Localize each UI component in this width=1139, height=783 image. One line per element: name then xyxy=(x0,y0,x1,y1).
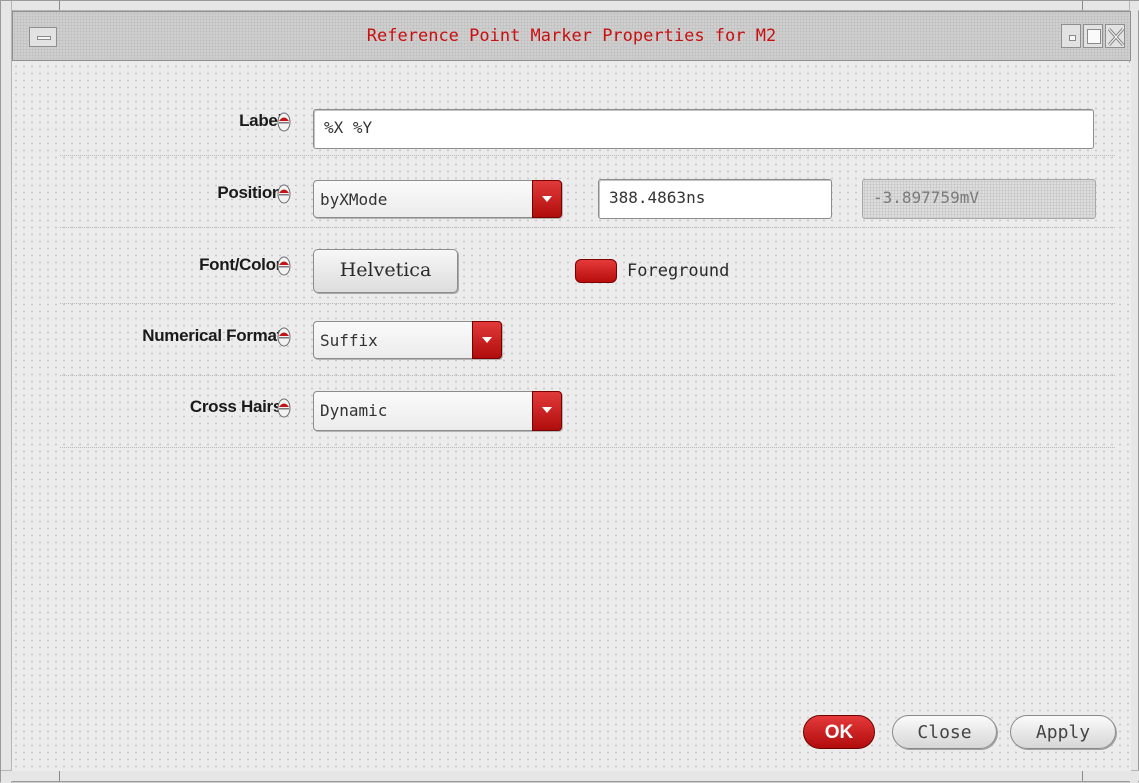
cross-hairs-field-caption: Cross Hairs xyxy=(189,397,282,416)
lock-toggle-icon[interactable] xyxy=(277,398,291,418)
frame-notch xyxy=(1082,771,1083,781)
chevron-down-icon[interactable] xyxy=(472,321,502,359)
color-swatch-button[interactable] xyxy=(575,259,617,283)
minimize-icon[interactable] xyxy=(1061,24,1081,48)
row-divider xyxy=(60,303,1115,304)
cross-hairs-select[interactable]: Dynamic xyxy=(313,391,562,431)
color-label: Foreground xyxy=(627,261,730,281)
position-x-input[interactable]: 388.4863ns xyxy=(598,179,832,219)
title-bar[interactable]: Reference Point Marker Properties for M2 xyxy=(12,11,1131,61)
close-icon[interactable] xyxy=(1105,24,1125,48)
row-divider xyxy=(60,447,1115,448)
cross-hairs-value: Dynamic xyxy=(320,401,388,420)
window-title: Reference Point Marker Properties for M2 xyxy=(366,26,777,46)
apply-button[interactable]: Apply xyxy=(1010,715,1116,749)
position-y-readout: -3.897759mV xyxy=(862,179,1096,219)
maximize-icon[interactable] xyxy=(1083,24,1103,48)
row-divider xyxy=(60,227,1115,228)
window-frame-left xyxy=(1,1,12,783)
row-divider xyxy=(60,375,1115,376)
row-divider xyxy=(60,155,1115,156)
frame-notch xyxy=(1082,1,1083,10)
numerical-format-value: Suffix xyxy=(320,331,378,350)
frame-notch xyxy=(59,771,60,781)
label-field-caption: Label xyxy=(239,111,282,130)
window-frame-bottom xyxy=(1,770,1139,781)
chevron-down-icon[interactable] xyxy=(532,391,562,431)
numerical-format-select[interactable]: Suffix xyxy=(313,321,502,359)
ok-button[interactable]: OK xyxy=(803,715,875,749)
lock-toggle-icon[interactable] xyxy=(277,327,291,347)
lock-toggle-icon[interactable] xyxy=(277,184,291,204)
font-color-field-caption: Font/Color xyxy=(199,255,282,274)
position-mode-select[interactable]: byXMode xyxy=(313,180,562,218)
position-mode-value: byXMode xyxy=(320,190,388,209)
frame-notch xyxy=(59,1,60,10)
close-button[interactable]: Close xyxy=(892,715,997,749)
dialog-body: Label %X %Y Position byXMode 388.4863ns … xyxy=(12,63,1131,771)
window-frame-top xyxy=(1,1,1139,11)
lock-toggle-icon[interactable] xyxy=(277,112,291,132)
chevron-down-icon[interactable] xyxy=(532,180,562,218)
label-input[interactable]: %X %Y xyxy=(313,109,1094,149)
position-field-caption: Position xyxy=(217,183,282,202)
numerical-format-field-caption: Numerical Format xyxy=(142,326,282,345)
font-select-button[interactable]: Helvetica xyxy=(313,249,458,293)
lock-toggle-icon[interactable] xyxy=(277,256,291,276)
properties-dialog: Reference Point Marker Properties for M2… xyxy=(0,0,1139,783)
